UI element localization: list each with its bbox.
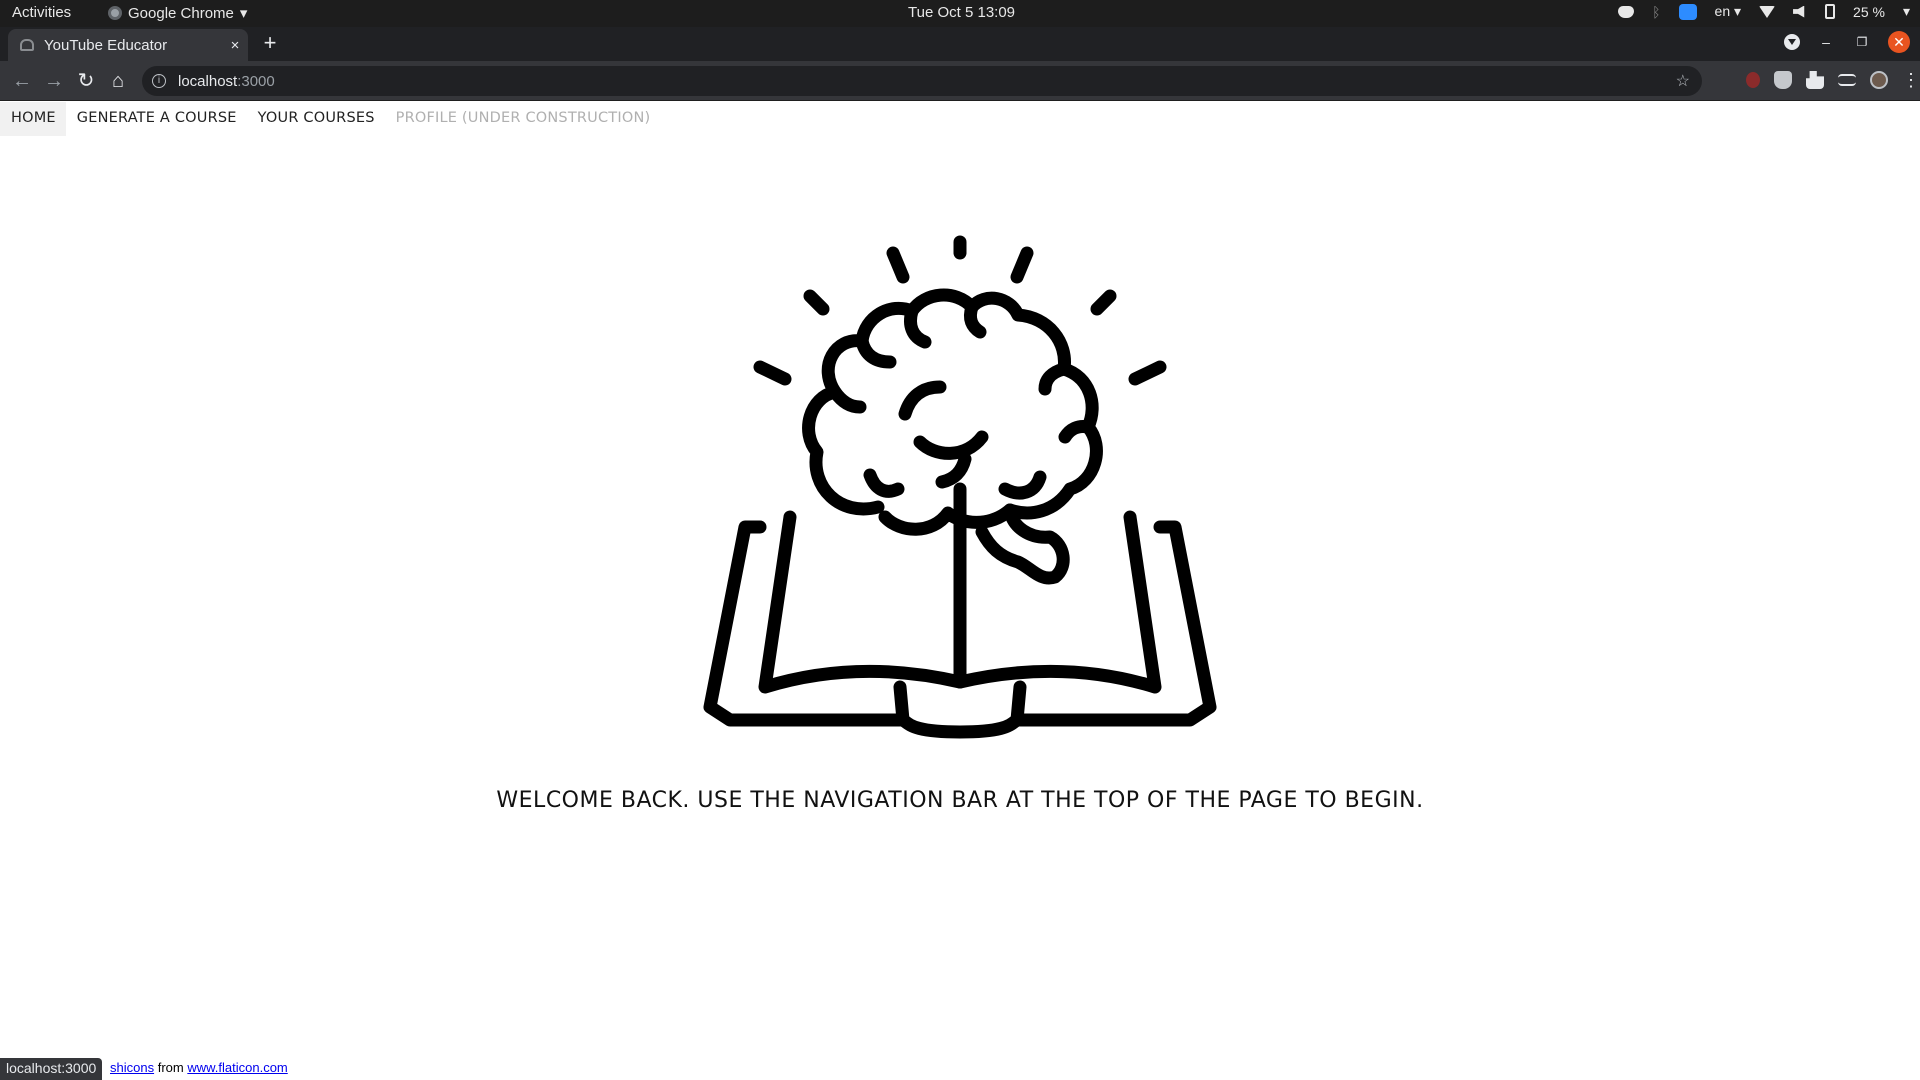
app-menu[interactable]: Google Chrome ▾ — [108, 4, 247, 22]
site-info-icon[interactable]: i — [152, 74, 166, 88]
welcome-message: WELCOME BACK. USE THE NAVIGATION BAR AT … — [496, 788, 1424, 813]
nav-home[interactable]: HOME — [0, 102, 66, 136]
restore-button[interactable]: ❐ — [1852, 35, 1872, 49]
nav-profile: PROFILE (UNDER CONSTRUCTION) — [395, 110, 651, 126]
tab-strip: YouTube Educator × + – ❐ ✕ — [0, 27, 1920, 61]
address-bar[interactable]: i localhost :3000 ☆ — [142, 66, 1702, 96]
browser-toolbar: ← → ↻ ⌂ i localhost :3000 ☆ ⋮ — [0, 61, 1920, 101]
system-tray[interactable]: ᛒ en ▾ 25 % ▾ — [1618, 3, 1910, 20]
back-arrow-icon[interactable]: ← — [10, 69, 34, 93]
status-bubble: localhost:3000 — [0, 1058, 103, 1080]
wifi-icon[interactable] — [1759, 5, 1776, 18]
tab-favicon-icon — [20, 39, 34, 51]
profile-avatar[interactable] — [1870, 71, 1888, 89]
page-content: HOME GENERATE A COURSE YOUR COURSES PROF… — [0, 102, 1920, 1080]
tab-close-icon[interactable]: × — [222, 37, 248, 54]
attribution-from: from — [157, 1060, 184, 1075]
app-navigation-bar: HOME GENERATE A COURSE YOUR COURSES PROF… — [0, 102, 660, 136]
home-icon[interactable]: ⌂ — [106, 69, 130, 93]
activities-button[interactable]: Activities — [12, 4, 71, 21]
chevron-down-icon: ▾ — [239, 5, 248, 22]
brain-book-icon — [703, 235, 1217, 739]
more-menu-icon[interactable]: ⋮ — [1902, 71, 1920, 89]
tab-title: YouTube Educator — [44, 36, 168, 54]
bookmark-star-icon[interactable]: ☆ — [1676, 71, 1690, 91]
battery-icon[interactable] — [1825, 4, 1836, 19]
battery-percent: 25 % — [1853, 3, 1885, 20]
system-top-bar: Activities Google Chrome ▾ Tue Oct 5 13:… — [0, 0, 1920, 27]
forward-arrow-icon[interactable]: → — [42, 69, 66, 93]
attribution: shicons from www.flaticon.com — [110, 1060, 288, 1075]
clock[interactable]: Tue Oct 5 13:09 — [908, 4, 1015, 21]
nav-generate-course[interactable]: GENERATE A COURSE — [66, 102, 247, 136]
chevron-down-icon[interactable]: ▾ — [1903, 3, 1910, 20]
tab-search-icon[interactable] — [1784, 34, 1800, 50]
extensions-puzzle-icon[interactable] — [1806, 71, 1824, 89]
reload-icon[interactable]: ↻ — [74, 69, 98, 93]
language-indicator[interactable]: en ▾ — [1715, 3, 1742, 20]
flaticon-link[interactable]: www.flaticon.com — [187, 1060, 287, 1075]
extension-shield-icon[interactable] — [1774, 71, 1792, 89]
media-queue-icon[interactable] — [1838, 74, 1856, 86]
minimize-button[interactable]: – — [1816, 34, 1836, 50]
icons-author-link[interactable]: shicons — [110, 1060, 154, 1075]
volume-icon[interactable] — [1793, 5, 1805, 18]
extension-red-icon[interactable] — [1746, 72, 1760, 88]
extensions-area: ⋮ — [1746, 71, 1920, 89]
url-host: localhost — [178, 72, 238, 90]
discord-icon[interactable] — [1618, 5, 1635, 18]
url-port: :3000 — [237, 72, 275, 90]
new-tab-button[interactable]: + — [258, 31, 282, 55]
close-window-button[interactable]: ✕ — [1888, 31, 1910, 53]
chrome-icon — [108, 6, 122, 20]
nav-your-courses[interactable]: YOUR COURSES — [247, 102, 385, 136]
zoom-icon[interactable] — [1678, 3, 1697, 20]
bluetooth-icon[interactable]: ᛒ — [1652, 4, 1660, 20]
app-name: Google Chrome — [128, 4, 234, 22]
tab-youtube-educator[interactable]: YouTube Educator × — [8, 29, 248, 61]
window-controls: – ❐ ✕ — [1784, 31, 1910, 53]
